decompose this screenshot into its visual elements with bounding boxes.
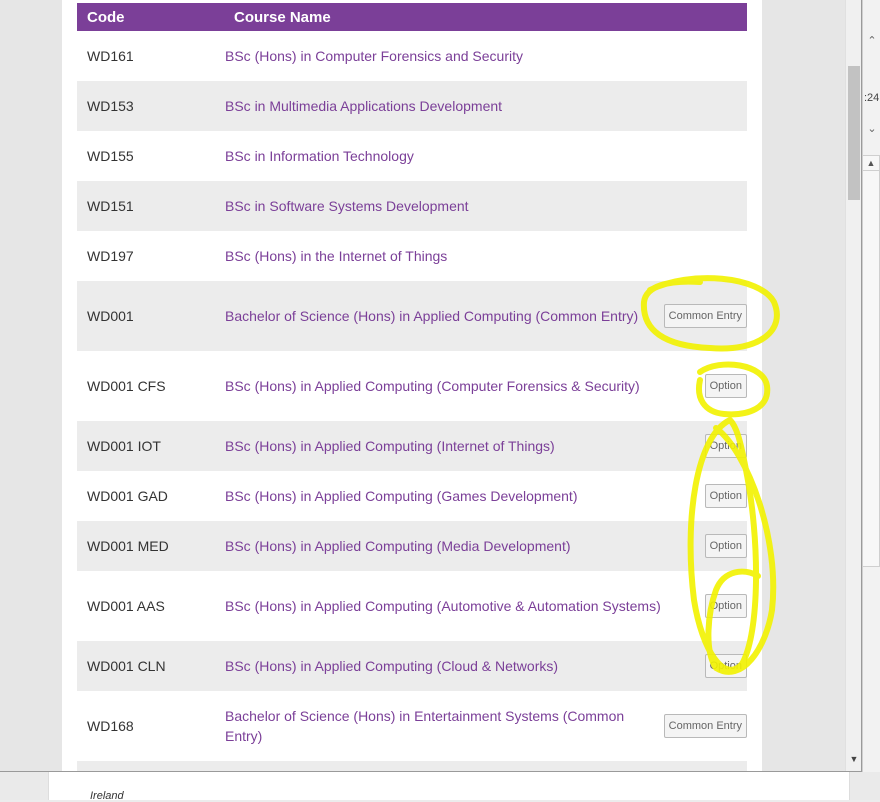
- table-row: WD001 Bachelor of Science (Hons) in Appl…: [77, 281, 747, 351]
- column-header-course-name: Course Name: [234, 9, 331, 26]
- common-entry-badge: Common Entry: [663, 304, 747, 328]
- course-name-link[interactable]: BSc (Hons) in the Internet of Things: [225, 246, 747, 266]
- course-name-link[interactable]: BSc in Multimedia Applications Developme…: [225, 96, 747, 116]
- option-badge: Option: [704, 534, 747, 558]
- table-row: WD161 BSc (Hons) in Computer Forensics a…: [77, 31, 747, 81]
- scroll-up-icon[interactable]: ▲: [863, 156, 879, 171]
- table-header: Code Course Name: [77, 3, 747, 31]
- option-badge: Option: [704, 594, 747, 618]
- table-row: WD197 BSc (Hons) in the Internet of Thin…: [77, 231, 747, 281]
- table-row: WD155 BSc in Information Technology: [77, 131, 747, 181]
- table-row: WD001 AAS BSc (Hons) in Applied Computin…: [77, 571, 747, 641]
- popup-scrollbar[interactable]: ▼: [845, 0, 861, 771]
- course-code: WD161: [87, 48, 134, 64]
- table-row: WD001 GAD BSc (Hons) in Applied Computin…: [77, 471, 747, 521]
- table-row: WD001 IOT BSc (Hons) in Applied Computin…: [77, 421, 747, 471]
- background-bottom-card: [48, 772, 850, 800]
- table-row: WD168 Bachelor of Science (Hons) in Ente…: [77, 691, 747, 761]
- course-code: WD001 GAD: [87, 488, 168, 504]
- option-badge: Option: [704, 484, 747, 508]
- course-name-link[interactable]: BSc (Hons) in Computer Forensics and Sec…: [225, 46, 747, 66]
- course-name-link[interactable]: BSc (Hons) in Applied Computing (Cloud &…: [225, 656, 705, 676]
- table-row: WD153 BSc in Multimedia Applications Dev…: [77, 81, 747, 131]
- table-row: [77, 761, 747, 771]
- scroll-down-icon[interactable]: ▼: [846, 754, 861, 768]
- table-row: WD001 CLN BSc (Hons) in Applied Computin…: [77, 641, 747, 691]
- background-right-text: :24: [864, 92, 880, 104]
- course-name-link[interactable]: BSc in Information Technology: [225, 146, 747, 166]
- course-code: WD001 IOT: [87, 438, 161, 454]
- background-bottom-text: Ireland: [90, 790, 124, 802]
- course-code: WD151: [87, 198, 134, 214]
- course-code: WD001 CLN: [87, 658, 166, 674]
- course-code: WD153: [87, 98, 134, 114]
- background-scrollbar[interactable]: ▲: [862, 155, 880, 567]
- course-name-link[interactable]: BSc (Hons) in Applied Computing (Games D…: [225, 486, 705, 506]
- option-badge: Option: [704, 654, 747, 678]
- table-row: WD001 MED BSc (Hons) in Applied Computin…: [77, 521, 747, 571]
- course-name-link[interactable]: BSc in Software Systems Development: [225, 196, 747, 216]
- table-row: WD151 BSc in Software Systems Developmen…: [77, 181, 747, 231]
- course-code: WD168: [87, 718, 134, 734]
- course-list-popup: Code Course Name WD161 BSc (Hons) in Com…: [0, 0, 862, 772]
- course-name-link[interactable]: Bachelor of Science (Hons) in Applied Co…: [225, 306, 664, 326]
- course-name-link[interactable]: BSc (Hons) in Applied Computing (Automot…: [225, 596, 705, 616]
- chevron-down-icon[interactable]: ⌄: [866, 122, 878, 135]
- course-code: WD001 CFS: [87, 378, 166, 394]
- column-header-code: Code: [87, 9, 125, 26]
- course-name-link[interactable]: BSc (Hons) in Applied Computing (Compute…: [225, 376, 705, 396]
- option-badge: Option: [704, 374, 747, 398]
- table-row: WD001 CFS BSc (Hons) in Applied Computin…: [77, 351, 747, 421]
- course-code: WD001: [87, 308, 134, 324]
- scrollbar-thumb[interactable]: [848, 66, 860, 200]
- chevron-up-icon[interactable]: ⌃: [866, 34, 878, 47]
- course-code: WD001 AAS: [87, 598, 165, 614]
- course-name-link[interactable]: BSc (Hons) in Applied Computing (Media D…: [225, 536, 705, 556]
- option-badge: Option: [704, 434, 747, 458]
- course-code: WD155: [87, 148, 134, 164]
- course-name-link[interactable]: BSc (Hons) in Applied Computing (Interne…: [225, 436, 705, 456]
- course-table: Code Course Name WD161 BSc (Hons) in Com…: [77, 3, 747, 771]
- course-code: WD197: [87, 248, 134, 264]
- course-code: WD001 MED: [87, 538, 169, 554]
- course-name-link[interactable]: Bachelor of Science (Hons) in Entertainm…: [225, 706, 664, 746]
- common-entry-badge: Common Entry: [663, 714, 747, 738]
